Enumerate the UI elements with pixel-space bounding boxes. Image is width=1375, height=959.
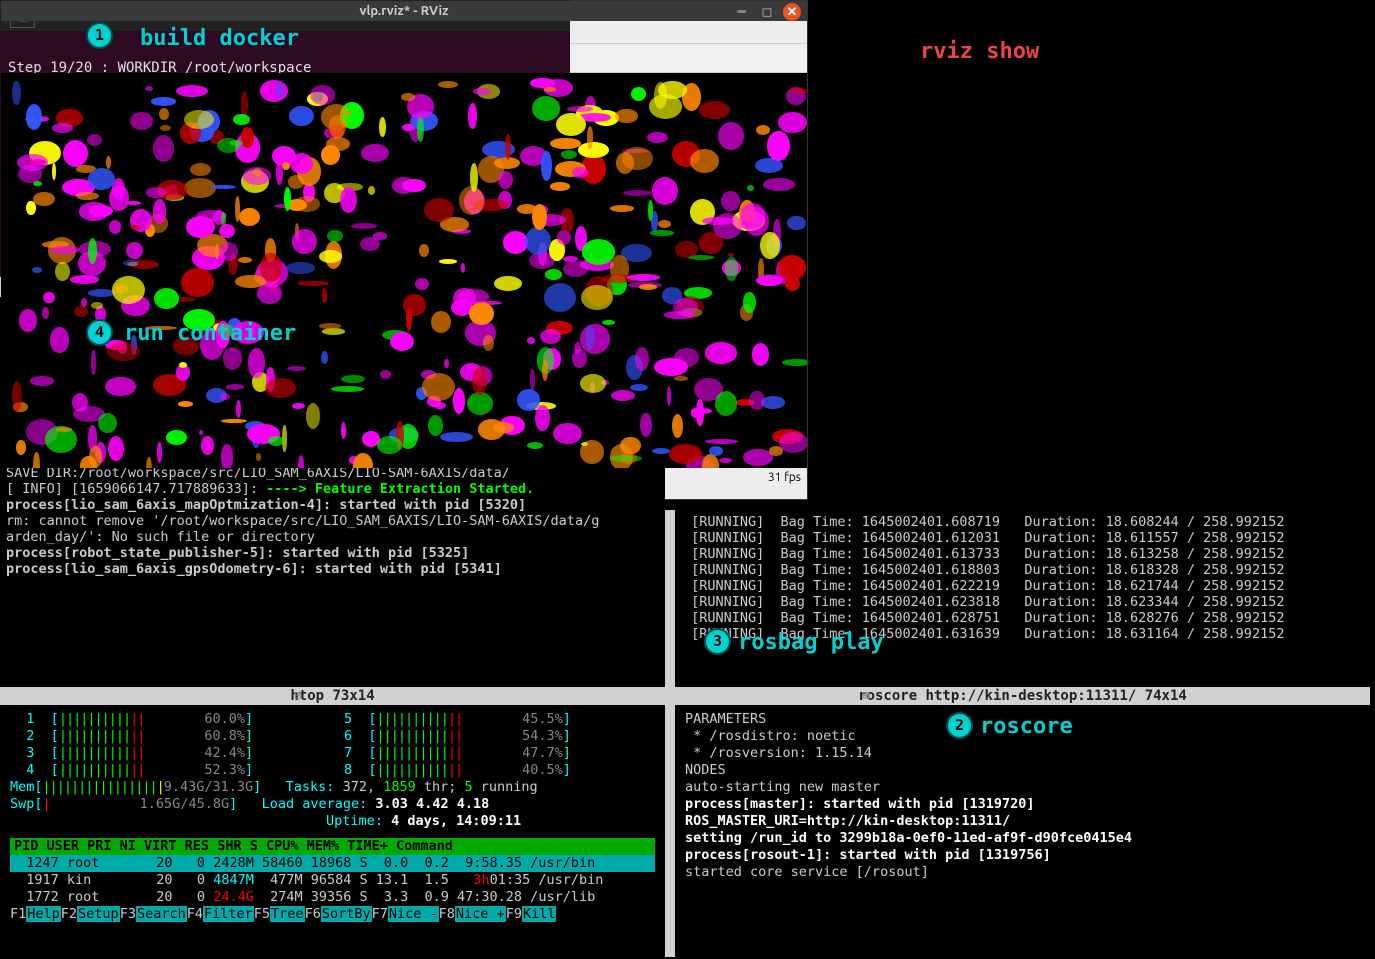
rosbag-line: [RUNNING] Bag Time: 1645002401.612031 Du… [683, 530, 1362, 546]
fps-label: 31 fps [768, 471, 801, 491]
minimize-icon[interactable]: ━ [733, 3, 751, 21]
rviz-title: vlp.rviz* - RViz [360, 4, 449, 18]
maximize-icon[interactable]: ◻ [758, 3, 776, 21]
htop-fkeys[interactable]: F1HelpF2SetupF3SearchF4FilterF5TreeF6Sor… [10, 906, 655, 923]
annotation-badge-4: 4 [86, 319, 113, 346]
rosbag-line: [RUNNING] Bag Time: 1645002401.618803 Du… [683, 562, 1362, 578]
annotation-badge-3: 3 [704, 628, 731, 655]
htop-header: PID USER PRI NI VIRT RES SHR S CPU% MEM%… [10, 838, 655, 855]
rosbag-line: [RUNNING] Bag Time: 1645002401.622219 Du… [683, 578, 1362, 594]
roscore-title: roscore http://kin-desktop:11311/ 74x14 [858, 688, 1187, 704]
htop-process-row[interactable]: 1247 root 20 0 2428M 58460 18968 S 0.0 0… [10, 855, 655, 872]
annotation-badge-1: 1 [86, 22, 113, 49]
annotation-text-rviz: rviz show [920, 39, 1039, 64]
annotation-text-2: roscore [980, 714, 1073, 739]
rosbag-line: [RUNNING] Bag Time: 1645002401.613733 Du… [683, 546, 1362, 562]
rosbag-line: [RUNNING] Bag Time: 1645002401.628751 Du… [683, 610, 1362, 626]
annotation-text-3: rosbag play [738, 630, 884, 655]
rosbag-line: [RUNNING] Bag Time: 1645002401.608719 Du… [683, 514, 1362, 530]
rviz-viewport[interactable] [1, 73, 807, 468]
close-icon[interactable]: ✕ [783, 3, 801, 21]
htop-process-row[interactable]: 1917 kin 20 0 4847M 477M 96584 S 13.1 1.… [10, 872, 655, 889]
annotation-badge-2: 2 [946, 712, 973, 739]
rosbag-line: [RUNNING] Bag Time: 1645002401.623818 Du… [683, 594, 1362, 610]
rviz-titlebar[interactable]: vlp.rviz* - RViz ━ ◻ ✕ [1, 1, 807, 21]
rviz-window[interactable]: vlp.rviz* - RViz ━ ◻ ✕ File Panels Help … [0, 0, 808, 500]
htop-pane[interactable]: ⊞htop 73x14 1 [||||||||||||60.0%] 2 [|||… [0, 687, 665, 957]
htop-process-row[interactable]: 1772 root 20 0 24.4G 274M 39356 S 3.3 0.… [10, 889, 655, 906]
annotation-text-4: run container [124, 321, 296, 346]
annotation-text-1: build docker [140, 26, 299, 51]
